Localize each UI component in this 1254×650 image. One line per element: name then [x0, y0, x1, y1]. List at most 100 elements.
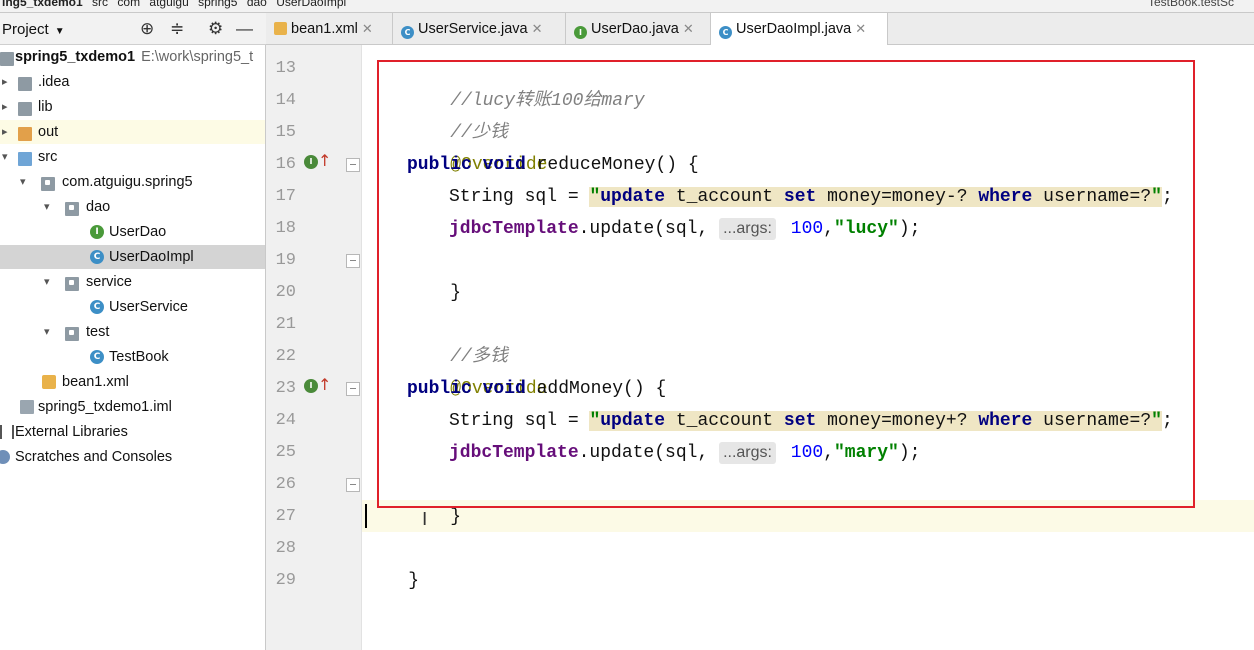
tab-userdaoimpl-java[interactable]: C UserDaoImpl.java ✕: [711, 13, 888, 45]
tree-item-label: UserDaoImpl: [109, 249, 194, 265]
folder-icon: [18, 77, 32, 91]
tree-item-label: spring5_txdemo1: [15, 49, 136, 65]
breadcrumb-item[interactable]: dao: [247, 0, 267, 9]
tree-item-external-libraries[interactable]: External Libraries: [0, 420, 265, 444]
package-icon: [41, 177, 55, 191]
breadcrumb-item[interactable]: UserDaoImpl: [276, 0, 346, 9]
override-gutter-marker[interactable]: I ↑: [304, 151, 331, 171]
chevron-down-icon[interactable]: ▾: [44, 195, 50, 219]
tree-item-label: test: [86, 324, 110, 340]
editor-tabs: bean1.xml ✕ C UserService.java ✕ I UserDao.j…: [266, 13, 1254, 45]
collapse-all-icon[interactable]: ≑: [170, 19, 184, 39]
code-text: }: [408, 571, 420, 591]
class-icon: C: [90, 350, 104, 364]
fold-marker-icon[interactable]: [346, 254, 360, 268]
tree-item-userservice[interactable]: C UserService: [0, 295, 265, 319]
tree-item-src[interactable]: ▾ src: [0, 145, 265, 169]
fold-marker-icon[interactable]: [346, 478, 360, 492]
chevron-down-icon: ▼: [54, 26, 65, 37]
interface-icon: I: [90, 225, 104, 239]
tree-item-bean1-xml[interactable]: bean1.xml: [0, 370, 265, 394]
chevron-down-icon[interactable]: ▾: [44, 320, 50, 344]
tree-item-test[interactable]: ▾ test: [0, 320, 265, 344]
tab-label: UserDaoImpl.java: [736, 21, 852, 37]
gear-icon[interactable]: ⚙: [208, 19, 223, 39]
line-number: 27: [275, 507, 296, 526]
breadcrumb-item[interactable]: atguigu: [149, 0, 188, 9]
run-config-selector[interactable]: TestBook.testSc: [1148, 0, 1234, 9]
implements-method-icon: I: [304, 155, 318, 169]
tab-bean1-xml[interactable]: bean1.xml ✕: [266, 13, 393, 44]
tree-item-iml[interactable]: spring5_txdemo1.iml: [0, 395, 265, 419]
tree-item-dao[interactable]: ▾ dao: [0, 195, 265, 219]
mouse-ibeam-cursor-icon: I: [422, 509, 428, 530]
tree-item-out[interactable]: ▸ out: [0, 120, 265, 144]
breadcrumb-item[interactable]: com: [117, 0, 140, 9]
class-icon: C: [90, 300, 104, 314]
chevron-right-icon[interactable]: ▸: [2, 95, 8, 119]
breadcrumb-item[interactable]: spring5: [198, 0, 237, 9]
project-panel-title: Project: [2, 21, 49, 38]
chevron-down-icon[interactable]: ▾: [2, 145, 8, 169]
chevron-right-icon[interactable]: ▸: [2, 70, 8, 94]
close-icon[interactable]: ✕: [855, 21, 866, 36]
iml-file-icon: [20, 400, 34, 414]
tree-item-label: com.atguigu.spring5: [62, 174, 193, 190]
project-panel-header: Project ▼ ⊕ ≑ ⚙ —: [0, 13, 266, 45]
fold-marker-icon[interactable]: [346, 382, 360, 396]
tree-item-label: lib: [38, 99, 53, 115]
tree-item-userdao[interactable]: I UserDao: [0, 220, 265, 244]
chevron-right-icon[interactable]: ▸: [2, 120, 8, 144]
line-number: 25: [275, 443, 296, 462]
tab-userservice-java[interactable]: C UserService.java ✕: [393, 13, 566, 44]
package-icon: [65, 327, 79, 341]
tree-item-testbook[interactable]: C TestBook: [0, 345, 265, 369]
tab-userdao-java[interactable]: I UserDao.java ✕: [566, 13, 711, 44]
close-icon[interactable]: ✕: [532, 21, 543, 36]
fold-marker-icon[interactable]: [346, 158, 360, 172]
tree-item-service[interactable]: ▾ service: [0, 270, 265, 294]
package-icon: [65, 277, 79, 291]
line-number: 28: [275, 539, 296, 558]
hide-panel-icon[interactable]: —: [236, 19, 253, 39]
xml-file-icon: [42, 375, 56, 389]
line-number: 18: [275, 219, 296, 238]
line-number: 23: [275, 379, 296, 398]
breadcrumb-item[interactable]: src: [92, 0, 108, 9]
tab-label: UserDao.java: [591, 21, 679, 37]
line-number: 15: [275, 123, 296, 142]
tree-item-package-root[interactable]: ▾ com.atguigu.spring5: [0, 170, 265, 194]
tree-item-label: out: [38, 124, 59, 140]
code-editor[interactable]: 13 14 15 16 17 18 19 20 21 22 23 24 25 2…: [266, 45, 1254, 650]
chevron-down-icon[interactable]: ▾: [20, 170, 26, 194]
tree-item-userdaoimpl[interactable]: C UserDaoImpl: [0, 245, 265, 269]
line-number: 21: [275, 315, 296, 334]
line-number: 16: [275, 155, 296, 174]
line-number: 20: [275, 283, 296, 302]
tree-item-project-root[interactable]: spring5_txdemo1 E:\work\spring5_t: [0, 45, 265, 69]
tree-item-label: src: [38, 149, 58, 165]
class-icon: C: [719, 26, 732, 39]
code-text: }: [450, 507, 462, 527]
tree-item-scratches[interactable]: Scratches and Consoles: [0, 445, 265, 469]
chevron-down-icon[interactable]: ▾: [44, 270, 50, 294]
close-icon[interactable]: ✕: [683, 21, 694, 36]
implements-method-icon: I: [304, 379, 318, 393]
tree-item-lib[interactable]: ▸ lib: [0, 95, 265, 119]
breadcrumb-items: ing5_txdemo1 src com atguigu spring5 dao…: [2, 0, 352, 9]
close-icon[interactable]: ✕: [362, 21, 373, 36]
tree-item-label: Scratches and Consoles: [15, 449, 173, 465]
tab-label: UserService.java: [418, 21, 528, 37]
class-icon: C: [401, 26, 414, 39]
tree-item-idea[interactable]: ▸ .idea: [0, 70, 265, 94]
line-number: 24: [275, 411, 296, 430]
project-view-selector[interactable]: Project ▼: [2, 21, 65, 38]
class-icon: C: [90, 250, 104, 264]
line-number: 17: [275, 187, 296, 206]
line-number: 22: [275, 347, 296, 366]
locate-icon[interactable]: ⊕: [140, 19, 154, 39]
folder-orange-icon: [18, 127, 32, 141]
tree-item-label: service: [86, 274, 132, 290]
override-gutter-marker[interactable]: I ↑: [304, 375, 331, 395]
breadcrumb-item[interactable]: ing5_txdemo1: [2, 0, 83, 9]
